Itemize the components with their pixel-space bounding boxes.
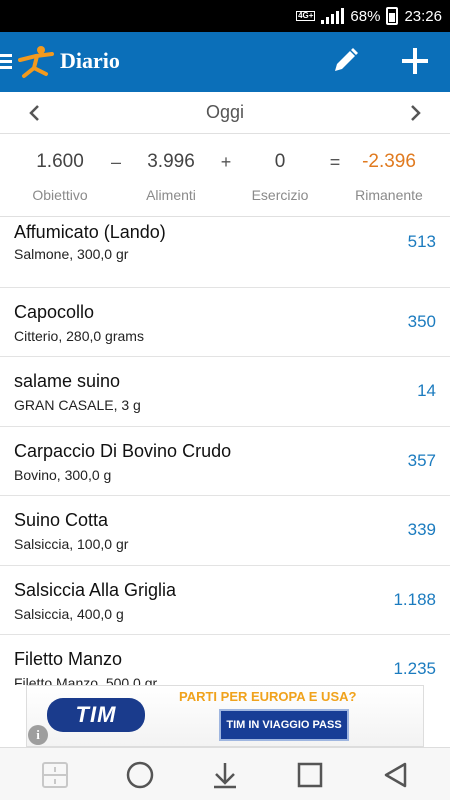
list-item[interactable]: Filetto Manzo Filetto Manzo, 500,0 gr 1.…	[0, 635, 450, 685]
food-name: Filetto Manzo	[14, 649, 123, 669]
food-label: Alimenti	[146, 187, 196, 203]
recents-button[interactable]	[293, 758, 327, 792]
list-item[interactable]: Affumicato (Lando) Salmone, 300,0 gr 513	[0, 218, 450, 288]
food-detail: Bovino, 300,0 g	[14, 466, 112, 483]
ad-content[interactable]: TIM PARTI PER EUROPA E USA? TIM IN VIAGG…	[26, 685, 424, 747]
list-item[interactable]: Suino Cotta Salsiccia, 100,0 gr 339	[0, 496, 450, 566]
ad-cta-button[interactable]: TIM IN VIAGGIO PASS	[219, 709, 349, 741]
food-name: Suino Cotta	[14, 510, 109, 530]
food-detail: Salsiccia, 100,0 gr	[14, 536, 129, 552]
goal-label: Obiettivo	[32, 187, 88, 203]
food-name: salame suino	[14, 371, 121, 391]
food-calories: 1.235	[393, 659, 436, 678]
next-day-button[interactable]	[396, 92, 436, 134]
food-detail: Filetto Manzo, 500,0 gr	[14, 675, 158, 685]
list-item[interactable]: Salsiccia Alla Griglia Salsiccia, 400,0 …	[0, 566, 450, 635]
down-button[interactable]	[208, 758, 242, 792]
app-bar: Diario	[0, 32, 450, 92]
list-item[interactable]: salame suino GRAN CASALE, 3 g 14	[0, 357, 450, 427]
food-detail: Salmone, 300,0 gr	[14, 246, 129, 262]
clock: 23:26	[404, 7, 442, 25]
food-detail: GRAN CASALE, 3 g	[14, 397, 141, 413]
battery-icon	[386, 7, 399, 25]
plus-icon	[402, 48, 428, 74]
chevron-right-icon	[411, 105, 421, 121]
system-navigation-bar	[0, 747, 450, 800]
food-name: Capocollo	[14, 301, 95, 322]
battery-percent: 68%	[350, 7, 381, 25]
status-icons: 4G+ 68% 23:26	[296, 0, 442, 32]
food-summary: 3.996 Alimenti	[116, 151, 226, 203]
food-name: Carpaccio Di Bovino Crudo	[14, 440, 232, 461]
remaining-value: -2.396	[362, 151, 416, 172]
notification-panel-button[interactable]	[38, 758, 72, 792]
food-calories: 350	[407, 311, 436, 331]
food-calories: 339	[407, 520, 436, 539]
food-calories: 513	[407, 232, 436, 251]
date-navigation: Oggi	[0, 92, 450, 134]
food-list: Affumicato (Lando) Salmone, 300,0 gr 513…	[0, 218, 450, 685]
tim-logo: TIM	[47, 698, 145, 732]
food-calories: 1.188	[393, 589, 436, 609]
food-name: Affumicato (Lando)	[14, 222, 166, 242]
home-button[interactable]	[123, 758, 157, 792]
add-button[interactable]	[398, 44, 432, 78]
remaining-summary: -2.396 Rimanente	[334, 151, 444, 203]
exercise-summary: 0 Esercizio	[225, 151, 335, 203]
back-button[interactable]	[378, 758, 412, 792]
remaining-label: Rimanente	[355, 187, 423, 203]
back-triangle-icon	[384, 762, 407, 788]
food-detail: Salsiccia, 400,0 g	[14, 605, 124, 622]
food-calories: 357	[407, 450, 436, 470]
arrow-down-icon	[214, 763, 236, 789]
goal-summary: 1.600 Obiettivo	[5, 151, 115, 203]
home-circle-icon	[126, 761, 154, 789]
date-label: Oggi	[205, 102, 245, 122]
pencil-icon	[335, 48, 358, 71]
menu-icon[interactable]	[0, 54, 12, 70]
app-title: Diario	[60, 48, 120, 73]
network-type: 4G+	[296, 11, 316, 21]
food-detail: Citterio, 280,0 grams	[14, 327, 144, 344]
edit-button[interactable]	[330, 46, 360, 76]
food-name: Salsiccia Alla Griglia	[14, 579, 177, 600]
list-item[interactable]: Carpaccio Di Bovino Crudo Bovino, 300,0 …	[0, 427, 450, 496]
square-icon	[297, 762, 323, 788]
runner-logo-icon	[16, 44, 56, 85]
list-item[interactable]: Capocollo Citterio, 280,0 grams 350	[0, 288, 450, 357]
goal-value: 1.600	[36, 151, 84, 172]
signal-icon	[321, 8, 345, 24]
info-icon[interactable]: i	[28, 725, 48, 745]
food-value: 3.996	[147, 151, 195, 172]
calorie-summary: 1.600 Obiettivo – 3.996 Alimenti + 0 Ese…	[0, 135, 450, 217]
ad-headline: PARTI PER EUROPA E USA?	[179, 689, 357, 704]
exercise-label: Esercizio	[251, 187, 309, 203]
notification-panel-icon	[42, 762, 68, 788]
exercise-value: 0	[274, 151, 286, 172]
food-calories: 14	[417, 381, 436, 400]
ad-banner: TIM PARTI PER EUROPA E USA? TIM IN VIAGG…	[0, 685, 450, 747]
status-bar: 4G+ 68% 23:26	[0, 0, 450, 32]
